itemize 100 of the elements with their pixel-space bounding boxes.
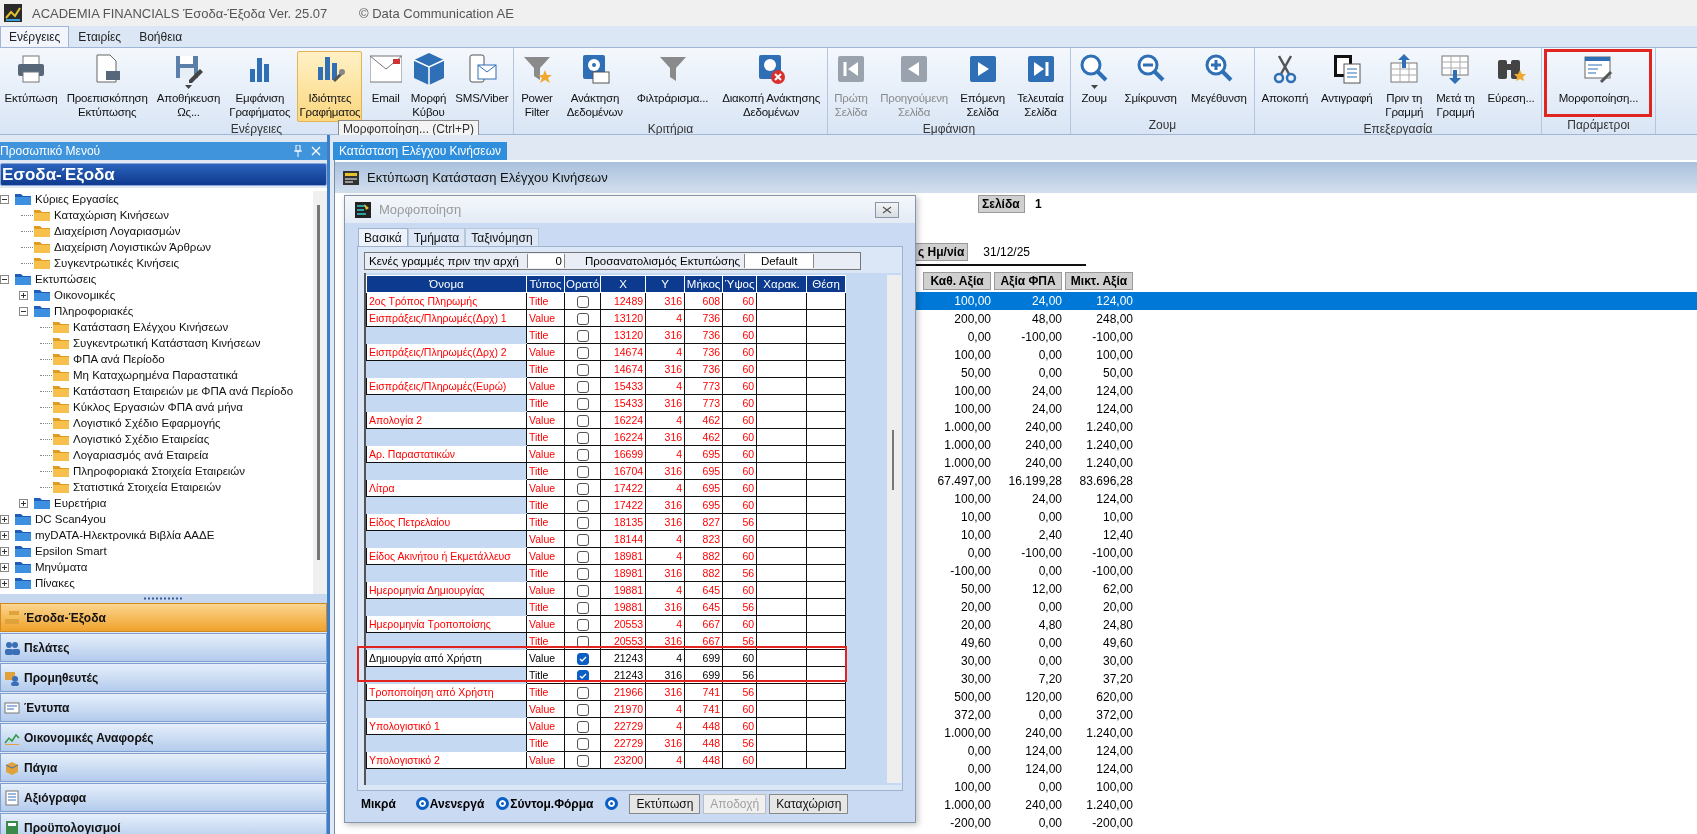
tree-toggle[interactable] — [19, 498, 28, 508]
tree-item[interactable]: Εκτυπώσεις — [35, 273, 97, 285]
checkbox[interactable] — [576, 754, 589, 767]
tree-item[interactable]: Κατάσταση Ελέγχου Κινήσεων — [73, 321, 229, 333]
checkbox[interactable] — [576, 516, 589, 529]
scrollbar[interactable] — [313, 191, 327, 594]
checkbox[interactable] — [576, 448, 589, 461]
table-row[interactable]: -200,00 0,00 -200,00 — [914, 814, 1697, 832]
tree-item[interactable]: Στατιστικά Στοιχεία Εταιρειών — [73, 481, 221, 493]
table-row[interactable]: 100,00 24,00 124,00 — [914, 292, 1697, 310]
ribbon-button[interactable]: Αντιγραφή — [1319, 51, 1375, 108]
ribbon-button[interactable]: Επόμενη Σελίδα — [958, 51, 1007, 122]
table-row[interactable]: 10,00 2,40 12,40 — [914, 526, 1697, 544]
dialog-button[interactable]: Καταχώριση — [769, 793, 849, 814]
checkbox[interactable] — [576, 380, 589, 393]
tree-item[interactable]: Διαχείριση Λογαριασμών — [54, 225, 181, 237]
ribbon-button[interactable]: Διακοπή Ανάκτησης Δεδομένων — [720, 51, 822, 122]
ribbon-button[interactable]: Ιδιότητες Γραφήματος — [297, 51, 363, 122]
ribbon-button[interactable]: Μορφοποίηση... — [1556, 51, 1641, 108]
table-row[interactable]: 100,00 0,00 100,00 — [914, 346, 1697, 364]
table-row[interactable]: -100,00 0,00 -100,00 — [914, 562, 1697, 580]
ribbon-tab[interactable]: Εταιρίες — [69, 26, 131, 47]
dialog-tab[interactable]: Ταξινόμηση — [465, 228, 539, 246]
ribbon-tab[interactable]: Βοήθεια — [130, 26, 192, 47]
table-row[interactable]: 50,00 12,00 62,00 — [914, 580, 1697, 598]
tree-item[interactable]: Οικονομικές — [54, 289, 116, 301]
checkbox[interactable] — [576, 363, 589, 376]
tree-toggle[interactable] — [0, 530, 9, 540]
checkbox[interactable] — [576, 567, 589, 580]
tree-item[interactable]: Διαχείριση Λογιστικών Άρθρων — [54, 241, 212, 253]
tree-item[interactable]: DC Scan4you — [35, 513, 106, 525]
tree-item[interactable]: Μηνύματα — [35, 561, 88, 573]
column-header[interactable]: Ορατό — [564, 275, 601, 293]
nav-button[interactable]: Προϋπολογισμοί — [0, 813, 327, 834]
ribbon-tab[interactable]: Ενέργειες — [0, 26, 70, 47]
radio-button[interactable] — [415, 797, 429, 810]
ribbon-button[interactable]: Πριν τη Γραμμή — [1383, 51, 1426, 122]
ribbon-button[interactable]: SMS/Viber — [453, 51, 511, 108]
close-icon[interactable] — [311, 146, 321, 156]
nav-button[interactable]: Προμηθευτές — [0, 663, 327, 692]
ribbon-button[interactable]: Ζουμ — [1076, 51, 1113, 108]
pin-icon[interactable] — [293, 145, 303, 157]
table-row[interactable]: 100,00 24,00 124,00 — [914, 382, 1697, 400]
checkbox[interactable] — [576, 533, 589, 546]
table-row[interactable]: 372,00 0,00 372,00 — [914, 706, 1697, 724]
tree-item[interactable]: Λογιστικό Σχέδιο Εφαρμογής — [73, 417, 221, 429]
checkbox[interactable] — [576, 312, 589, 325]
tree-toggle[interactable] — [0, 514, 9, 524]
checkbox[interactable] — [576, 737, 589, 750]
tree-toggle[interactable] — [19, 306, 28, 316]
checkbox[interactable] — [576, 550, 589, 563]
table-row[interactable]: 1.000,00 240,00 1.240,00 — [914, 724, 1697, 742]
table-row[interactable]: 20,00 0,00 20,00 — [914, 598, 1697, 616]
dialog-tab[interactable]: Βασικά — [358, 228, 408, 246]
checkbox[interactable] — [576, 329, 589, 342]
checkbox[interactable] — [576, 295, 589, 308]
checkbox[interactable] — [576, 499, 589, 512]
column-header[interactable]: Καθ. Αξία — [923, 272, 991, 290]
dialog-tab[interactable]: Τμήματα — [407, 228, 466, 246]
checkbox[interactable] — [576, 346, 589, 359]
nav-button[interactable]: Αξιόγραφα — [0, 783, 327, 812]
table-row[interactable]: 0,00 -100,00 -100,00 — [914, 328, 1697, 346]
table-row[interactable]: 0,00 124,00 124,00 — [914, 742, 1697, 760]
tree-item[interactable]: Πίνακες — [35, 577, 75, 589]
table-row[interactable]: 100,00 0,00 100,00 — [914, 778, 1697, 796]
column-header[interactable]: X — [600, 275, 646, 293]
tree-item[interactable]: Καταχώριση Κινήσεων — [54, 209, 170, 221]
checkbox[interactable] — [576, 703, 589, 716]
tree-item[interactable]: Λογαριασμός ανά Εταιρεία — [73, 449, 209, 461]
column-header[interactable]: Τύπος — [526, 275, 565, 293]
ribbon-button[interactable]: Ανάκτηση Δεδομένων — [564, 51, 625, 122]
nav-button[interactable]: Πάγια — [0, 753, 327, 782]
ribbon-button[interactable]: Εκτύπωση — [2, 51, 60, 108]
ribbon-button[interactable]: Email — [367, 51, 404, 108]
ribbon-button[interactable]: Τελευταία Σελίδα — [1015, 51, 1066, 122]
checkbox[interactable] — [576, 686, 589, 699]
tree-item[interactable]: Πληροφοριακά Στοιχεία Εταιρειών — [73, 465, 246, 477]
table-row[interactable]: 1.000,00 240,00 1.240,00 — [914, 436, 1697, 454]
checkbox[interactable] — [576, 652, 589, 665]
nav-button[interactable]: Έντυπα — [0, 693, 327, 722]
ribbon-button[interactable]: Εύρεση... — [1485, 51, 1537, 108]
table-row[interactable]: 0,00 -100,00 -100,00 — [914, 544, 1697, 562]
tree-toggle[interactable] — [0, 194, 9, 204]
ribbon-button[interactable]: Power Filter — [518, 51, 555, 122]
table-row[interactable]: 30,00 0,00 30,00 — [914, 652, 1697, 670]
checkbox[interactable] — [576, 601, 589, 614]
radio-button[interactable] — [605, 797, 619, 810]
tree-item[interactable]: myDATA-Ηλεκτρονικά Βιβλία ΑΑΔΕ — [35, 529, 215, 541]
table-row[interactable]: 1.000,00 240,00 1.240,00 — [914, 454, 1697, 472]
column-header[interactable]: Όνομα — [366, 275, 527, 293]
ribbon-button[interactable]: Εμφάνιση Γραφήματος — [227, 51, 293, 122]
ribbon-button[interactable]: Μορφή Κύβου — [408, 51, 449, 122]
column-header[interactable]: Μικτ. Αξία — [1065, 272, 1133, 290]
ribbon-button[interactable]: Αποθήκευση Ως... — [154, 51, 223, 122]
checkbox[interactable] — [576, 397, 589, 410]
ribbon-button[interactable]: Σμίκρυνση — [1122, 51, 1179, 108]
column-header[interactable]: Θέση — [806, 275, 846, 293]
tree-item[interactable]: ΦΠΑ ανά Περίοδο — [73, 353, 165, 365]
column-header[interactable]: Μήκος — [684, 275, 723, 293]
table-row[interactable]: 30,00 7,20 37,20 — [914, 670, 1697, 688]
